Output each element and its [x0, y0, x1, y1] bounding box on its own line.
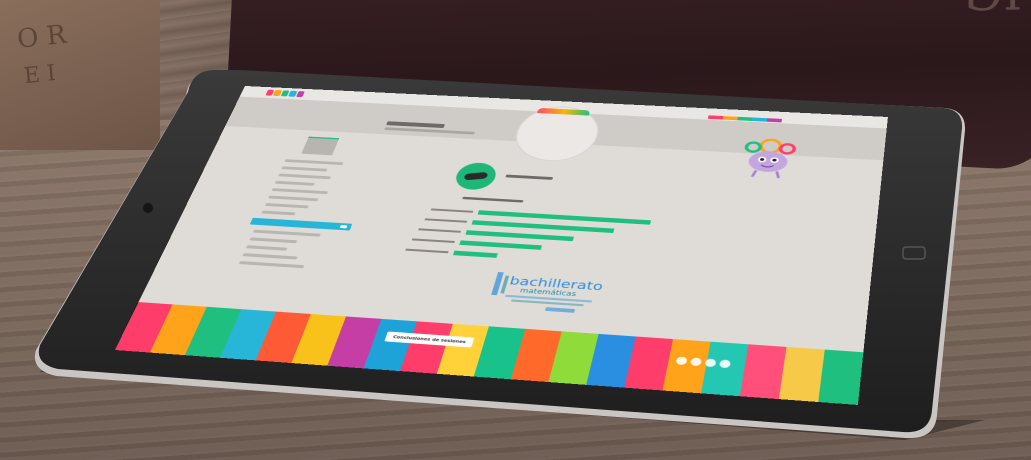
chart-bar — [459, 240, 543, 250]
sidebar-item[interactable] — [242, 253, 298, 260]
badge-title-placeholder — [505, 174, 554, 180]
chart-bar — [465, 230, 574, 242]
sidebar-item[interactable] — [238, 261, 305, 269]
word-cloud-small-words — [545, 307, 576, 313]
word-cloud: bachillerato matemáticas — [491, 271, 605, 313]
sidebar-item[interactable] — [249, 237, 298, 244]
sidebar-item[interactable] — [271, 188, 329, 195]
sidebar-item-active[interactable] — [249, 217, 353, 231]
twitter-icon[interactable] — [689, 357, 703, 367]
footer-band-segment — [778, 346, 825, 403]
stripe-segment — [751, 117, 768, 122]
stripe-segment — [737, 116, 753, 121]
bar-label-placeholder — [424, 218, 468, 223]
sidebar-item[interactable] — [264, 203, 309, 209]
bar-label-placeholder — [405, 248, 449, 254]
sidebar — [230, 136, 398, 277]
logo-segment — [295, 91, 305, 98]
stripe-segment — [766, 118, 783, 123]
tablet-screen[interactable]: bachillerato matemáticas Conclusiones de… — [114, 86, 888, 405]
facebook-icon[interactable] — [675, 356, 688, 366]
instagram-icon[interactable] — [718, 359, 732, 369]
chart-bar — [452, 250, 498, 258]
bar-label-placeholder — [418, 228, 462, 233]
bar-label-placeholder — [411, 238, 455, 243]
stripe-segment — [707, 115, 724, 120]
chart-bar — [471, 220, 615, 234]
footer-band-segment — [818, 349, 864, 405]
sidebar-item[interactable] — [284, 159, 344, 166]
sidebar-item[interactable] — [281, 166, 328, 172]
chart-title-placeholder — [462, 196, 524, 203]
youtube-icon[interactable] — [704, 358, 717, 368]
brain-mascot-icon — [727, 136, 810, 181]
sidebar-item[interactable] — [274, 180, 315, 186]
stripe-segment — [722, 116, 738, 121]
sidebar-item[interactable] — [268, 195, 319, 202]
sidebar-item[interactable] — [278, 173, 332, 180]
profile-subtitle-placeholder — [384, 127, 476, 135]
camera-icon — [143, 203, 153, 213]
sidebar-thumbnail — [301, 136, 340, 156]
sidebar-item[interactable] — [245, 245, 288, 251]
sidebar-item[interactable] — [261, 210, 296, 216]
bar-chart — [405, 208, 652, 258]
sidebar-item[interactable] — [252, 229, 321, 237]
bar-label-placeholder — [430, 208, 474, 213]
app-logo[interactable] — [265, 89, 305, 98]
